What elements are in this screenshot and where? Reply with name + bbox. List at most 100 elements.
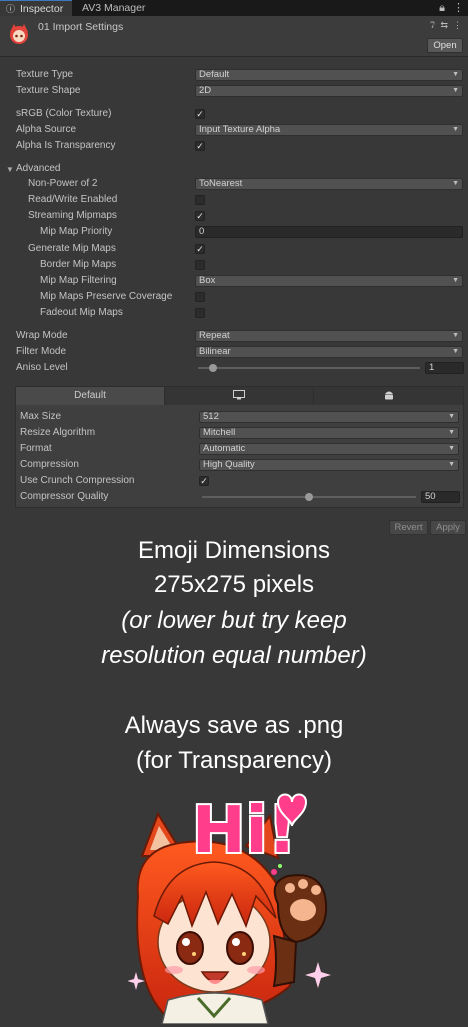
- mip-priority-input[interactable]: 0: [195, 226, 463, 238]
- border-mips-row: Border Mip Maps: [0, 257, 468, 273]
- tab-av3-manager[interactable]: AV3 Manager: [74, 0, 162, 16]
- aniso-level-input[interactable]: 1: [425, 362, 464, 374]
- emoji-illustration: Hi!: [127, 786, 340, 1025]
- srgb-row: sRGB (Color Texture) ✓: [0, 106, 468, 122]
- chevron-down-icon: ▼: [452, 180, 459, 187]
- generate-mips-row: Generate Mip Maps ✓: [0, 241, 468, 257]
- inspector-header: 01 Import Settings ❔︎ ⇆ ⋮ Open: [0, 16, 468, 57]
- mip-filtering-label: Mip Map Filtering: [40, 275, 117, 286]
- chevron-down-icon: ▼: [452, 277, 459, 284]
- alpha-source-dropdown[interactable]: Input Texture Alpha ▼: [195, 124, 463, 136]
- foldout-arrow-icon: ▼: [6, 165, 14, 174]
- note-line-6: (for Transparency): [135, 747, 333, 774]
- resize-algorithm-row: Resize Algorithm Mitchell ▼: [0, 425, 468, 441]
- generate-mips-checkbox[interactable]: ✓: [195, 244, 205, 254]
- aniso-slider-track[interactable]: [198, 367, 420, 369]
- alpha-transparency-row: Alpha Is Transparency ✓: [0, 138, 468, 154]
- anime-girl-waving-image: Hi!: [127, 792, 331, 1025]
- apply-button[interactable]: Apply: [430, 520, 466, 535]
- note-line-2: 275x275 pixels: [153, 571, 315, 598]
- mip-coverage-checkbox[interactable]: [195, 292, 205, 302]
- border-mips-label: Border Mip Maps: [40, 259, 117, 270]
- advanced-label: Advanced: [16, 163, 61, 174]
- presets-icon[interactable]: ⇆: [440, 20, 448, 30]
- texture-shape-row: Texture Shape 2D ▼: [0, 83, 468, 99]
- format-label: Format: [20, 443, 52, 454]
- alpha-source-row: Alpha Source Input Texture Alpha ▼: [0, 122, 468, 138]
- kebab-menu-icon[interactable]: ⋮: [453, 20, 462, 30]
- srgb-checkbox[interactable]: ✓: [195, 109, 205, 119]
- mip-priority-row: Mip Map Priority 0: [0, 224, 468, 240]
- max-size-label: Max Size: [20, 411, 62, 422]
- mip-filtering-dropdown[interactable]: Box ▼: [195, 275, 463, 287]
- compressor-quality-input[interactable]: 50: [421, 491, 460, 503]
- fadeout-mips-label: Fadeout Mip Maps: [40, 307, 123, 318]
- mip-filtering-row: Mip Map Filtering Box ▼: [0, 273, 468, 289]
- wrap-mode-dropdown[interactable]: Repeat ▼: [195, 330, 463, 342]
- max-size-dropdown[interactable]: 512 ▼: [199, 411, 459, 423]
- platform-tab-android[interactable]: [314, 387, 463, 405]
- compression-label: Compression: [20, 459, 79, 470]
- read-write-checkbox[interactable]: [195, 195, 205, 205]
- mip-coverage-row: Mip Maps Preserve Coverage: [0, 289, 468, 305]
- platform-tab-standalone[interactable]: [165, 387, 314, 405]
- aniso-slider-knob[interactable]: [209, 364, 217, 372]
- read-write-label: Read/Write Enabled: [28, 194, 118, 205]
- note-line-4: resolution equal number): [101, 642, 367, 669]
- mip-priority-label: Mip Map Priority: [40, 226, 113, 237]
- monitor-icon: [233, 390, 245, 400]
- alpha-transparency-label: Alpha Is Transparency: [16, 140, 116, 151]
- chevron-down-icon: ▼: [448, 413, 455, 420]
- compressor-quality-label: Compressor Quality: [20, 491, 109, 502]
- android-icon: [384, 391, 393, 400]
- crunch-checkbox[interactable]: ✓: [199, 476, 209, 486]
- format-dropdown[interactable]: Automatic ▼: [199, 443, 459, 455]
- note-line-5: Always save as .png: [124, 712, 344, 739]
- npot-row: Non-Power of 2 ToNearest ▼: [0, 176, 468, 192]
- window-tab-bar: ⓘ Inspector AV3 Manager 🔒︎ ⋮: [0, 0, 468, 16]
- mip-coverage-label: Mip Maps Preserve Coverage: [40, 291, 173, 302]
- lock-icon[interactable]: 🔒︎: [439, 2, 445, 14]
- header-icons: ❔︎ ⇆ ⋮: [425, 20, 462, 31]
- kebab-menu-icon[interactable]: ⋮: [453, 2, 464, 14]
- revert-button[interactable]: Revert: [389, 520, 428, 535]
- chevron-down-icon: ▼: [448, 445, 455, 452]
- streaming-mipmaps-label: Streaming Mipmaps: [28, 210, 117, 221]
- fadeout-mips-row: Fadeout Mip Maps: [0, 305, 468, 321]
- resize-algorithm-dropdown[interactable]: Mitchell ▼: [199, 427, 459, 439]
- compression-dropdown[interactable]: High Quality ▼: [199, 459, 459, 471]
- chevron-down-icon: ▼: [448, 461, 455, 468]
- alpha-transparency-checkbox[interactable]: ✓: [195, 141, 205, 151]
- tab-inspector[interactable]: ⓘ Inspector: [0, 0, 72, 16]
- chevron-down-icon: ▼: [452, 87, 459, 94]
- aniso-level-row: Aniso Level 1: [0, 360, 468, 376]
- format-row: Format Automatic ▼: [0, 441, 468, 457]
- compression-row: Compression High Quality ▼: [0, 457, 468, 473]
- npot-dropdown[interactable]: ToNearest ▼: [195, 178, 463, 190]
- open-button[interactable]: Open: [427, 38, 463, 53]
- srgb-label: sRGB (Color Texture): [16, 108, 112, 119]
- tab-tools: 🔒︎ ⋮: [431, 0, 464, 16]
- border-mips-checkbox[interactable]: [195, 260, 205, 270]
- help-icon[interactable]: ❔︎: [430, 20, 435, 30]
- chevron-down-icon: ▼: [452, 71, 459, 78]
- compressor-quality-slider-knob[interactable]: [305, 493, 313, 501]
- fadeout-mips-checkbox[interactable]: [195, 308, 205, 318]
- read-write-row: Read/Write Enabled: [0, 192, 468, 208]
- generate-mips-label: Generate Mip Maps: [28, 243, 116, 254]
- resize-algorithm-label: Resize Algorithm: [20, 427, 96, 438]
- filter-mode-dropdown[interactable]: Bilinear ▼: [195, 346, 463, 358]
- max-size-row: Max Size 512 ▼: [0, 409, 468, 425]
- texture-type-dropdown[interactable]: Default ▼: [195, 69, 463, 81]
- texture-shape-label: Texture Shape: [16, 85, 81, 96]
- chevron-down-icon: ▼: [452, 332, 459, 339]
- compressor-quality-row: Compressor Quality 50: [0, 489, 468, 505]
- platform-tab-default[interactable]: Default: [16, 387, 165, 405]
- streaming-mipmaps-checkbox[interactable]: ✓: [195, 211, 205, 221]
- advanced-foldout[interactable]: ▼ Advanced: [0, 161, 468, 177]
- crunch-row: Use Crunch Compression ✓: [0, 473, 468, 489]
- aniso-level-label: Aniso Level: [16, 362, 68, 373]
- chevron-down-icon: ▼: [452, 348, 459, 355]
- texture-shape-dropdown[interactable]: 2D ▼: [195, 85, 463, 97]
- alpha-source-label: Alpha Source: [16, 124, 77, 135]
